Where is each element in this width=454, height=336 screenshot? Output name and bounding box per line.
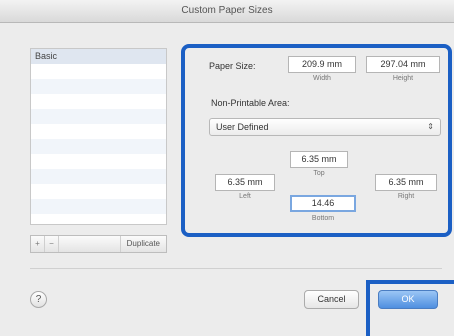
paper-size-label: Paper Size: <box>209 61 256 71</box>
updown-arrows-icon: ⇕ <box>427 122 434 131</box>
paper-height-field[interactable]: 297.04 mm <box>366 56 440 73</box>
select-value: User Defined <box>216 122 269 132</box>
window-title: Custom Paper Sizes <box>0 0 454 23</box>
bottom-margin-field[interactable]: 14.46 <box>290 195 356 212</box>
non-printable-area-select[interactable]: User Defined ⇕ <box>209 118 441 136</box>
list-row-empty <box>31 199 166 214</box>
bottom-caption: Bottom <box>311 215 335 222</box>
list-row-empty <box>31 109 166 124</box>
right-margin-field[interactable]: 6.35 mm <box>375 174 437 191</box>
top-caption: Top <box>313 170 325 177</box>
list-row-empty <box>31 64 166 79</box>
left-margin-field[interactable]: 6.35 mm <box>215 174 275 191</box>
height-caption: Height <box>392 75 414 82</box>
list-row-empty <box>31 124 166 139</box>
ok-highlight-frame <box>366 280 454 336</box>
list-row-empty <box>31 214 166 224</box>
list-item[interactable]: Basic <box>31 49 166 64</box>
remove-button[interactable]: − <box>45 236 59 252</box>
top-margin-field[interactable]: 6.35 mm <box>290 151 348 168</box>
duplicate-button[interactable]: Duplicate <box>119 236 166 252</box>
left-caption: Left <box>239 193 251 200</box>
list-toolbar: + − Duplicate <box>30 235 167 253</box>
right-caption: Right <box>397 193 415 200</box>
cancel-button[interactable]: Cancel <box>304 290 359 309</box>
list-row-empty <box>31 169 166 184</box>
paper-width-field[interactable]: 209.9 mm <box>288 56 356 73</box>
help-button[interactable]: ? <box>30 291 47 308</box>
list-row-empty <box>31 154 166 169</box>
list-row-empty <box>31 139 166 154</box>
list-row-empty <box>31 184 166 199</box>
list-row-empty <box>31 79 166 94</box>
width-caption: Width <box>313 75 331 82</box>
paper-size-list[interactable]: Basic <box>30 48 167 225</box>
add-button[interactable]: + <box>31 236 45 252</box>
custom-paper-sizes-dialog: Custom Paper Sizes Basic + − Duplicate P… <box>0 0 454 336</box>
divider <box>30 268 442 269</box>
list-row-empty <box>31 94 166 109</box>
non-printable-area-label: Non-Printable Area: <box>211 98 290 108</box>
